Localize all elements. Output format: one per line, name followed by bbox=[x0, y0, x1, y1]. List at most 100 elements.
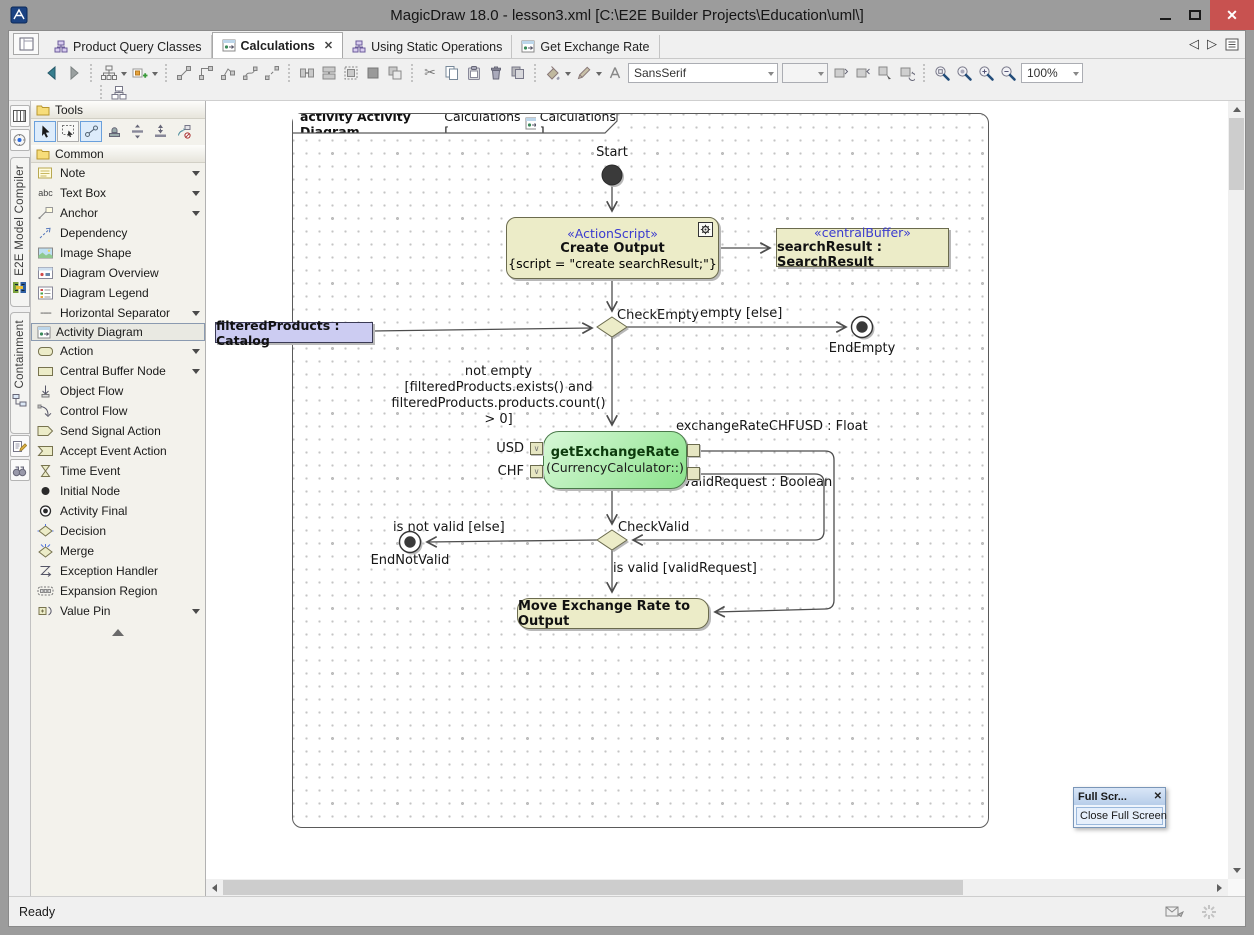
containment-tree-button[interactable] bbox=[98, 62, 120, 84]
flow-filtered-products-to-check-empty[interactable] bbox=[373, 328, 592, 331]
copy-button[interactable] bbox=[441, 62, 463, 84]
dropdown-caret-icon[interactable] bbox=[192, 369, 200, 378]
maximize-button[interactable] bbox=[1180, 0, 1210, 30]
full-screen-popup-title-bar[interactable]: Full Scr... ✕ bbox=[1074, 788, 1165, 805]
dropdown-caret-icon[interactable] bbox=[192, 211, 200, 220]
action-create-output[interactable]: «ActionScript» Create Output {script = "… bbox=[506, 217, 719, 279]
palette-item-action[interactable]: Action bbox=[31, 341, 205, 361]
link-tool-button[interactable] bbox=[80, 121, 102, 142]
tab-get-exchange-rate[interactable]: Get Exchange Rate bbox=[512, 35, 659, 58]
palette-item-central-buffer-node[interactable]: Central Buffer Node bbox=[31, 361, 205, 381]
forward-button[interactable] bbox=[63, 62, 85, 84]
palette-item-image-shape[interactable]: Image Shape bbox=[31, 243, 205, 263]
tab-product-query-classes[interactable]: Product Query Classes bbox=[45, 35, 212, 58]
autosize-button[interactable] bbox=[362, 62, 384, 84]
marquee-select-tool-button[interactable] bbox=[57, 121, 79, 142]
horizontal-scrollbar-thumb[interactable] bbox=[223, 880, 963, 895]
tab-calculations[interactable]: Calculations ✕ bbox=[212, 32, 344, 58]
exchange-rate-pin-label[interactable]: exchangeRateCHFUSD : Float bbox=[676, 419, 868, 434]
end-not-valid-label[interactable]: EndNotValid bbox=[360, 553, 460, 568]
memory-monitor-icon[interactable] bbox=[1201, 904, 1217, 920]
fill-color-button[interactable] bbox=[542, 62, 564, 84]
add-element-button[interactable] bbox=[129, 62, 151, 84]
central-buffer-search-result[interactable]: «centralBuffer» searchResult : SearchRes… bbox=[776, 228, 949, 267]
sidebar-tab-containment[interactable]: Containment bbox=[10, 312, 30, 434]
dropdown-caret-icon[interactable] bbox=[192, 609, 200, 618]
diagram-overview-button[interactable] bbox=[10, 129, 30, 151]
action-get-exchange-rate[interactable]: getExchangeRate (CurrencyCalculator::) bbox=[543, 431, 687, 489]
palette-header-activity-diagram[interactable]: Activity Diagram bbox=[31, 323, 205, 341]
make-same-size-button[interactable] bbox=[340, 62, 362, 84]
palette-header-common[interactable]: Common bbox=[31, 145, 205, 163]
vertical-scrollbar[interactable] bbox=[1228, 101, 1245, 879]
palette-item-value-pin[interactable]: Value Pin bbox=[31, 601, 205, 621]
palette-item-object-flow[interactable]: Object Flow bbox=[31, 381, 205, 401]
dropdown-caret-icon[interactable] bbox=[152, 72, 158, 79]
not-empty-guard-label[interactable]: not empty [filteredProducts.exists() and… bbox=[386, 364, 611, 428]
scroll-up-button[interactable] bbox=[1228, 101, 1245, 118]
dropdown-caret-icon[interactable] bbox=[192, 311, 200, 320]
bring-to-front-button[interactable] bbox=[852, 62, 874, 84]
usd-pin-label[interactable]: USD bbox=[482, 441, 524, 456]
is-not-valid-guard-label[interactable]: is not valid [else] bbox=[393, 520, 505, 535]
delete-button[interactable] bbox=[485, 62, 507, 84]
diagram-canvas[interactable]: activity Activity Diagram Calculations [… bbox=[206, 101, 1245, 896]
dropdown-caret-icon[interactable] bbox=[596, 72, 602, 79]
paste-button[interactable] bbox=[463, 62, 485, 84]
next-tab-button[interactable]: ▷ bbox=[1207, 36, 1217, 52]
palette-item-note[interactable]: Note bbox=[31, 163, 205, 183]
palette-item-control-flow[interactable]: Control Flow bbox=[31, 401, 205, 421]
palette-header-tools[interactable]: Tools bbox=[31, 101, 205, 119]
minimize-button[interactable] bbox=[1150, 0, 1180, 30]
select-in-tree-button[interactable] bbox=[874, 62, 896, 84]
zoom-out-button[interactable] bbox=[997, 62, 1019, 84]
copy-format-button[interactable] bbox=[507, 62, 529, 84]
value-pin-chf[interactable]: ∨ bbox=[530, 465, 543, 478]
end-empty-label[interactable]: EndEmpty bbox=[822, 341, 902, 356]
line-style-rectilinear-button[interactable] bbox=[195, 62, 217, 84]
palette-item-dependency[interactable]: Dependency bbox=[31, 223, 205, 243]
transform-tool-button[interactable] bbox=[172, 121, 194, 142]
zoom-region-button[interactable] bbox=[931, 62, 953, 84]
dock-layout-button[interactable] bbox=[13, 33, 39, 55]
is-valid-guard-label[interactable]: is valid [validRequest] bbox=[613, 561, 757, 576]
documentation-button[interactable] bbox=[10, 435, 30, 457]
cut-button[interactable]: ✂ bbox=[419, 62, 441, 84]
save-layout-button[interactable] bbox=[10, 105, 30, 127]
palette-scroll-up-button[interactable] bbox=[31, 621, 205, 636]
output-pin-valid-request[interactable] bbox=[687, 467, 700, 480]
palette-item-expansion-region[interactable]: Expansion Region bbox=[31, 581, 205, 601]
flow-check-valid-to-end-not-valid[interactable] bbox=[427, 540, 597, 542]
tab-close-icon[interactable]: ✕ bbox=[324, 39, 333, 52]
class-hierarchy-button[interactable] bbox=[108, 86, 130, 101]
dropdown-caret-icon[interactable] bbox=[121, 72, 127, 79]
close-full-screen-button[interactable]: Close Full Screen bbox=[1076, 807, 1163, 825]
palette-item-text-box[interactable]: abc Text Box bbox=[31, 183, 205, 203]
zoom-original-button[interactable] bbox=[953, 62, 975, 84]
font-family-select[interactable]: SansSerif bbox=[628, 63, 778, 83]
refresh-diagram-button[interactable] bbox=[896, 62, 918, 84]
palette-item-send-signal-action[interactable]: Send Signal Action bbox=[31, 421, 205, 441]
line-style-custom-button[interactable] bbox=[261, 62, 283, 84]
line-style-straight-button[interactable] bbox=[173, 62, 195, 84]
sidebar-tab-e2e-model-compiler[interactable]: E2E Model Compiler bbox=[10, 157, 30, 307]
palette-item-anchor[interactable]: Anchor bbox=[31, 203, 205, 223]
palette-item-accept-event-action[interactable]: Accept Event Action bbox=[31, 441, 205, 461]
palette-item-diagram-overview[interactable]: Diagram Overview bbox=[31, 263, 205, 283]
dropdown-caret-icon[interactable] bbox=[192, 191, 200, 200]
horizontal-scrollbar[interactable] bbox=[206, 879, 1228, 896]
palette-item-decision[interactable]: Decision bbox=[31, 521, 205, 541]
line-color-button[interactable] bbox=[573, 62, 595, 84]
vertical-scrollbar-thumb[interactable] bbox=[1229, 118, 1244, 190]
palette-item-horizontal-separator[interactable]: ---- Horizontal Separator bbox=[31, 303, 205, 323]
make-same-width-button[interactable] bbox=[296, 62, 318, 84]
palette-item-activity-final[interactable]: Activity Final bbox=[31, 501, 205, 521]
check-empty-label[interactable]: CheckEmpty bbox=[617, 308, 699, 323]
send-to-back-button[interactable] bbox=[830, 62, 852, 84]
select-tool-button[interactable] bbox=[34, 121, 56, 142]
vertical-merge-tool-button[interactable] bbox=[149, 121, 171, 142]
dropdown-caret-icon[interactable] bbox=[565, 72, 571, 79]
back-button[interactable] bbox=[41, 62, 63, 84]
palette-item-merge[interactable]: Merge bbox=[31, 541, 205, 561]
empty-else-guard-label[interactable]: empty [else] bbox=[700, 306, 782, 321]
